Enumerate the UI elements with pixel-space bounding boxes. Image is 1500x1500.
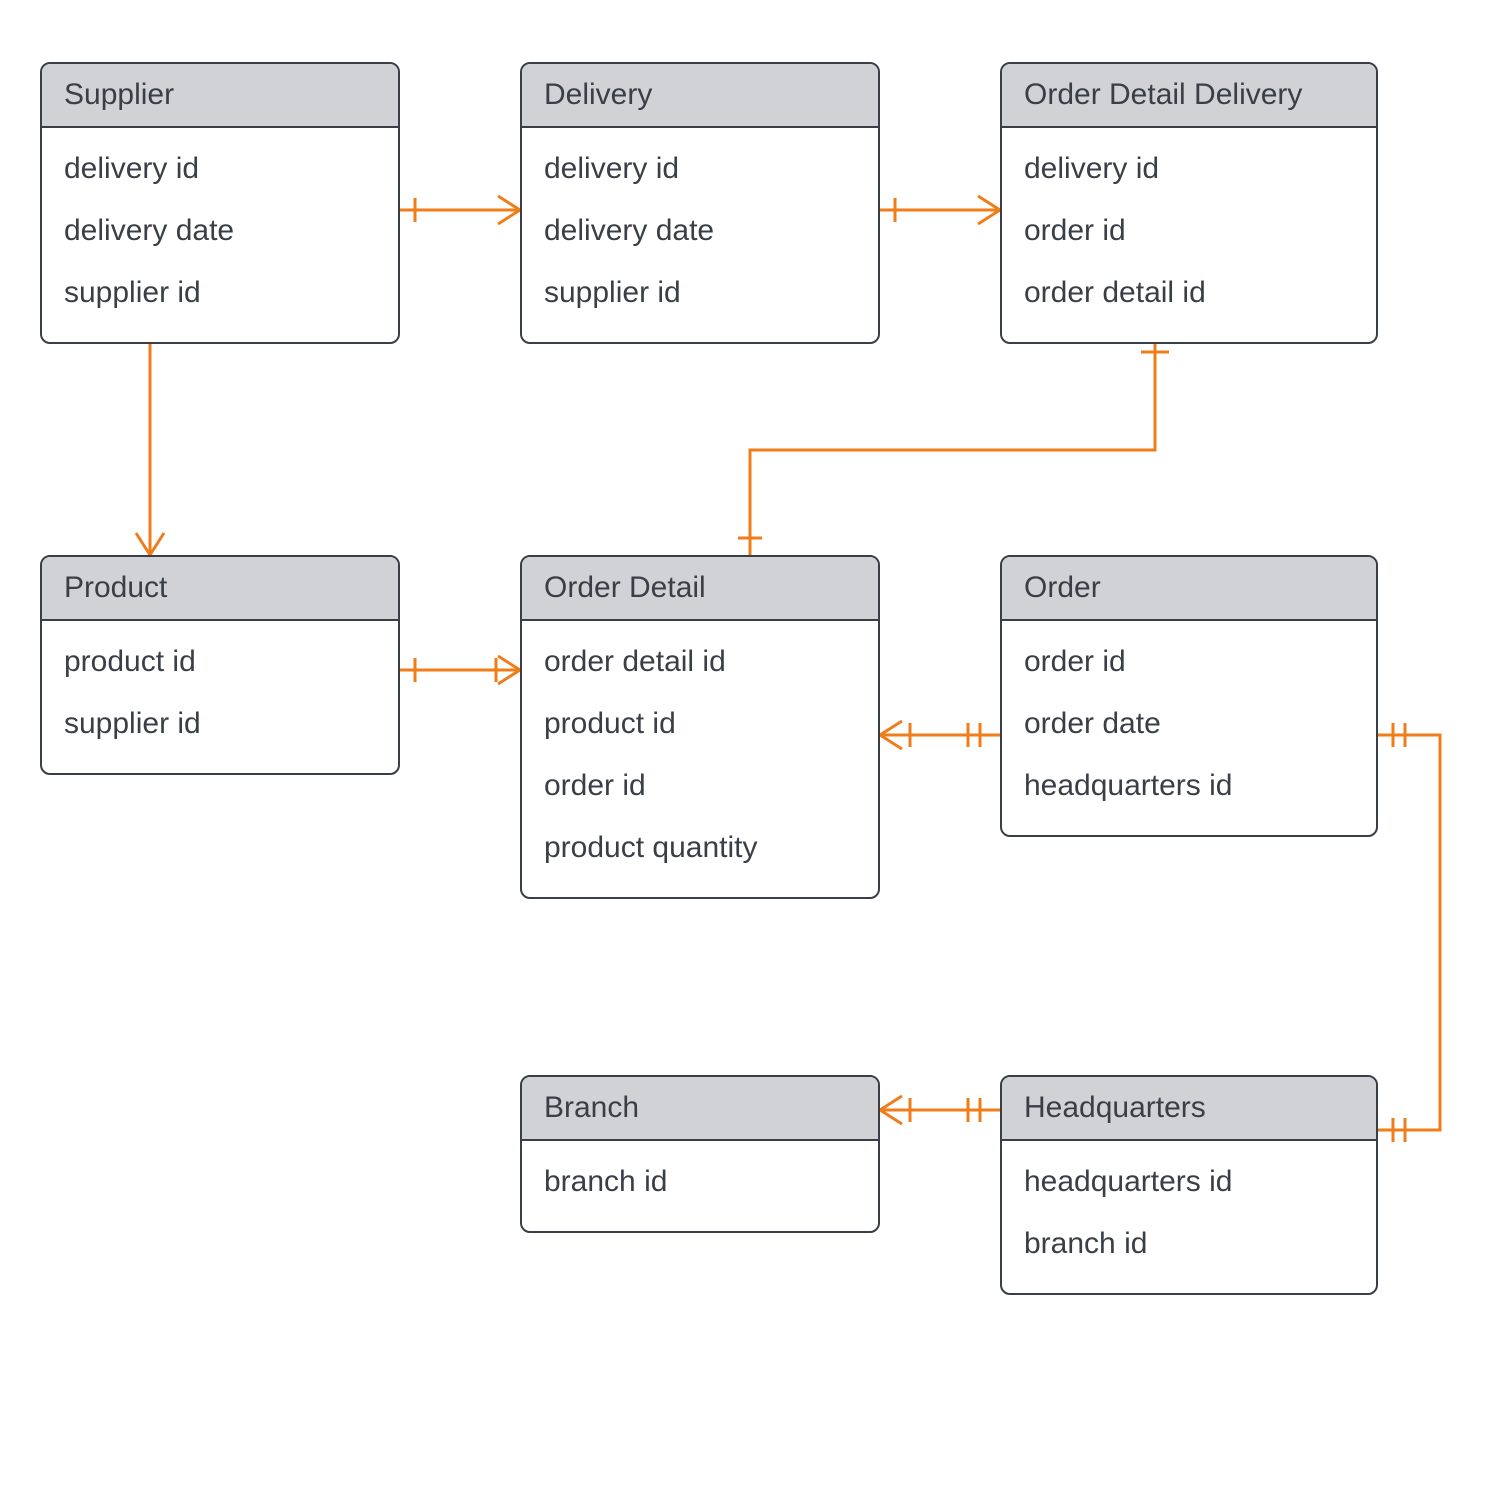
rel-orderdetail-order bbox=[880, 721, 1000, 749]
entity-body: order detail id product id order id prod… bbox=[522, 621, 878, 897]
rel-product-orderdetail bbox=[400, 656, 520, 684]
entity-attr: delivery id bbox=[64, 138, 376, 200]
entity-delivery: Delivery delivery id delivery date suppl… bbox=[520, 62, 880, 344]
entity-body: delivery id order id order detail id bbox=[1002, 128, 1376, 342]
entity-attr: delivery date bbox=[544, 200, 856, 262]
entity-attr: branch id bbox=[1024, 1213, 1354, 1275]
entity-attr: order id bbox=[1024, 200, 1354, 262]
entity-attr: order id bbox=[1024, 631, 1354, 693]
entity-title: Supplier bbox=[42, 64, 398, 128]
entity-title: Headquarters bbox=[1002, 1077, 1376, 1141]
entity-body: delivery id delivery date supplier id bbox=[522, 128, 878, 342]
entity-body: product id supplier id bbox=[42, 621, 398, 773]
entity-attr: order detail id bbox=[544, 631, 856, 693]
entity-attr: product id bbox=[64, 631, 376, 693]
entity-attr: supplier id bbox=[64, 262, 376, 324]
entity-body: headquarters id branch id bbox=[1002, 1141, 1376, 1293]
entity-attr: supplier id bbox=[544, 262, 856, 324]
entity-order-detail: Order Detail order detail id product id … bbox=[520, 555, 880, 899]
entity-order: Order order id order date headquarters i… bbox=[1000, 555, 1378, 837]
entity-attr: branch id bbox=[544, 1151, 856, 1213]
rel-delivery-odd bbox=[880, 196, 1000, 224]
entity-attr: headquarters id bbox=[1024, 1151, 1354, 1213]
entity-title: Delivery bbox=[522, 64, 878, 128]
rel-branch-hq bbox=[880, 1096, 1000, 1124]
entity-product: Product product id supplier id bbox=[40, 555, 400, 775]
entity-title: Order Detail bbox=[522, 557, 878, 621]
entity-supplier: Supplier delivery id delivery date suppl… bbox=[40, 62, 400, 344]
rel-supplier-delivery bbox=[400, 196, 520, 224]
entity-attr: product id bbox=[544, 693, 856, 755]
rel-order-headquarters bbox=[1378, 723, 1440, 1142]
entity-title: Order bbox=[1002, 557, 1376, 621]
entity-attr: order detail id bbox=[1024, 262, 1354, 324]
entity-attr: delivery id bbox=[544, 138, 856, 200]
entity-headquarters: Headquarters headquarters id branch id bbox=[1000, 1075, 1378, 1295]
entity-attr: delivery date bbox=[64, 200, 376, 262]
entity-attr: delivery id bbox=[1024, 138, 1354, 200]
entity-order-detail-delivery: Order Detail Delivery delivery id order … bbox=[1000, 62, 1378, 344]
entity-attr: product quantity bbox=[544, 817, 856, 879]
entity-body: branch id bbox=[522, 1141, 878, 1231]
diagram-canvas: Supplier delivery id delivery date suppl… bbox=[0, 0, 1500, 1500]
entity-title: Order Detail Delivery bbox=[1002, 64, 1376, 128]
entity-attr: supplier id bbox=[64, 693, 376, 755]
entity-title: Branch bbox=[522, 1077, 878, 1141]
entity-attr: order date bbox=[1024, 693, 1354, 755]
entity-branch: Branch branch id bbox=[520, 1075, 880, 1233]
entity-attr: order id bbox=[544, 755, 856, 817]
rel-orderdetail-odd bbox=[738, 320, 1169, 555]
entity-body: order id order date headquarters id bbox=[1002, 621, 1376, 835]
entity-attr: headquarters id bbox=[1024, 755, 1354, 817]
rel-supplier-product bbox=[136, 320, 164, 555]
entity-body: delivery id delivery date supplier id bbox=[42, 128, 398, 342]
entity-title: Product bbox=[42, 557, 398, 621]
